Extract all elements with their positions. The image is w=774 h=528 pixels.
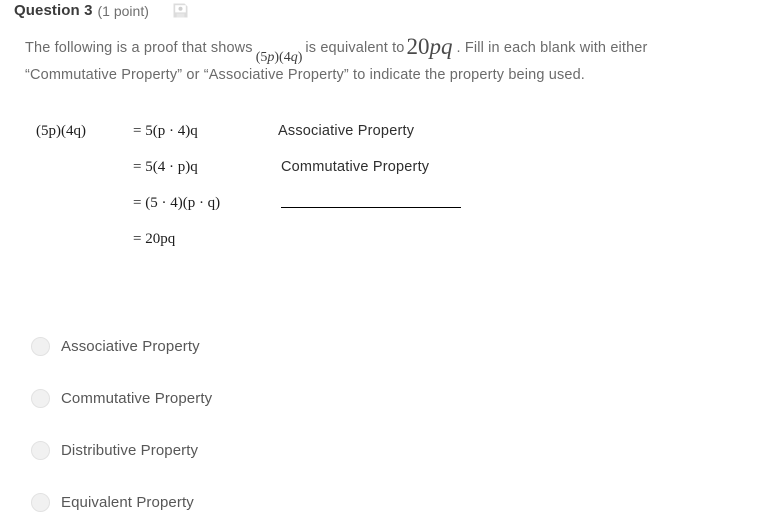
option-row-distributive-property[interactable]: Distributive Property bbox=[31, 424, 431, 476]
answer-blank-underline bbox=[281, 193, 461, 208]
proof-equation: = (5 · 4)(p · q) bbox=[133, 195, 221, 211]
option-label: Commutative Property bbox=[61, 389, 213, 407]
option-label: Distributive Property bbox=[61, 441, 199, 459]
page-title: Question 3 bbox=[14, 2, 93, 19]
big-math-expression: 20pq bbox=[407, 34, 453, 60]
option-label: Equivalent Property bbox=[61, 493, 194, 511]
big-math-p: p bbox=[429, 34, 442, 59]
inline-math-close: ) bbox=[297, 50, 303, 65]
question-text-part-1: The following is a proof that shows bbox=[25, 40, 253, 56]
proof-equation: = 5(4 · p)q bbox=[133, 159, 198, 175]
proof-reason: Associative Property bbox=[278, 123, 415, 139]
question-text-part-2: is equivalent to bbox=[305, 40, 405, 56]
question-text: The following is a proof that shows(5p)(… bbox=[25, 32, 740, 88]
inline-math-open: (5 bbox=[255, 50, 268, 65]
big-math-q: q bbox=[441, 34, 453, 59]
proof-row: = 5(4 · p)q Commutative Property bbox=[36, 159, 461, 195]
radio-button-icon[interactable] bbox=[31, 440, 50, 460]
radio-button-icon[interactable] bbox=[31, 336, 50, 356]
answer-options: Associative Property Commutative Propert… bbox=[31, 320, 431, 528]
proof-equation: = 5(p · 4)q bbox=[133, 123, 198, 139]
proof-row: = 20pq bbox=[36, 231, 461, 267]
radio-button-icon[interactable] bbox=[31, 388, 50, 408]
save-icon[interactable] bbox=[172, 2, 189, 19]
option-row-commutative-property[interactable]: Commutative Property bbox=[31, 372, 431, 424]
inline-math-expression: (5p)(4q) bbox=[256, 45, 303, 71]
proof-table: (5p)(4q) = 5(p · 4)q Associative Propert… bbox=[36, 123, 461, 267]
proof-row: (5p)(4q) = 5(p · 4)q Associative Propert… bbox=[36, 123, 461, 159]
proof-reason: Commutative Property bbox=[281, 159, 430, 175]
inline-math-q: q bbox=[290, 50, 298, 65]
radio-button-icon[interactable] bbox=[31, 492, 50, 512]
question-header: Question 3 (1 point) bbox=[14, 2, 189, 19]
proof-row: = (5 · 4)(p · q) bbox=[36, 195, 461, 231]
inline-math-mid: )(4 bbox=[274, 50, 291, 65]
option-row-equivalent-property[interactable]: Equivalent Property bbox=[31, 476, 431, 528]
proof-equation: = 20pq bbox=[133, 231, 176, 247]
proof-lhs: (5p)(4q) bbox=[36, 123, 86, 139]
option-row-associative-property[interactable]: Associative Property bbox=[31, 320, 431, 372]
question-points: (1 point) bbox=[97, 2, 149, 19]
big-math-number: 20 bbox=[406, 34, 430, 59]
proof-reason-blank bbox=[278, 195, 461, 214]
option-label: Associative Property bbox=[61, 337, 200, 355]
